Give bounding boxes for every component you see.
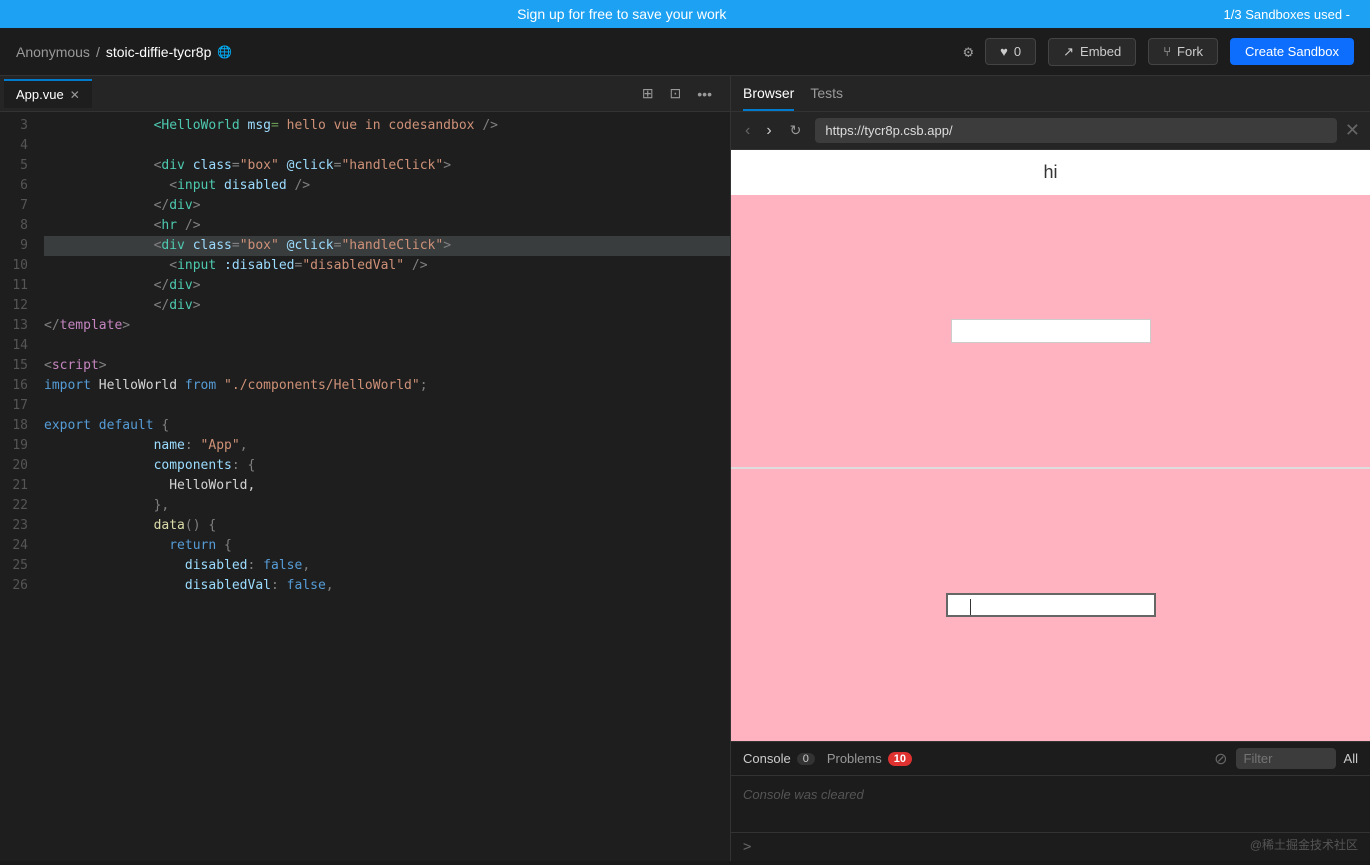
tab-bar: App.vue ✕ ⊞ ⊡ ••• <box>0 76 730 112</box>
console-content: Console was cleared <box>731 776 1370 832</box>
globe-icon: 🌐 <box>217 45 232 59</box>
create-label: Create Sandbox <box>1245 44 1339 59</box>
tab-browser[interactable]: Browser <box>743 77 794 111</box>
username: Anonymous <box>16 44 90 60</box>
back-button[interactable]: ‹ <box>741 120 754 142</box>
likes-count: 0 <box>1014 44 1021 59</box>
settings-icon[interactable]: ⚙ <box>964 42 974 61</box>
header: Anonymous / stoic-diffie-tycr8p 🌐 ⚙ ♥ 0 … <box>0 28 1370 76</box>
filter-area: ⊘ All <box>1214 748 1358 769</box>
create-sandbox-button[interactable]: Create Sandbox <box>1230 38 1354 65</box>
console-label: Console <box>743 751 791 766</box>
browser-toolbar: ‹ › ↻ ✕ <box>731 112 1370 150</box>
heart-icon: ♥ <box>1000 44 1008 59</box>
close-preview-button[interactable]: ✕ <box>1345 120 1360 141</box>
code-line <box>44 396 730 416</box>
all-filter-button[interactable]: All <box>1344 751 1358 766</box>
more-options-button[interactable]: ••• <box>691 81 718 106</box>
close-tab-icon[interactable]: ✕ <box>70 88 80 102</box>
editor-panel: App.vue ✕ ⊞ ⊡ ••• 3 4 5 6 7 8 9 10 <box>0 76 730 861</box>
top-banner: Sign up for free to save your work 1/3 S… <box>0 0 1370 28</box>
fork-button[interactable]: ⑂ Fork <box>1148 38 1218 65</box>
preview-hi-text: hi <box>731 150 1370 195</box>
preview-pink-section-bottom <box>731 469 1370 741</box>
code-line: disabledVal: false, <box>44 576 730 596</box>
console-cleared-text: Console was cleared <box>743 787 864 802</box>
console-prompt-icon: > <box>743 839 751 855</box>
code-line: </div> <box>44 296 730 316</box>
code-line: <HelloWorld msg= hello vue in codesandbo… <box>44 116 730 136</box>
problems-label: Problems <box>827 751 882 766</box>
embed-label: Embed <box>1080 44 1121 59</box>
forward-button[interactable]: › <box>762 120 775 142</box>
browser-tabs: Browser Tests <box>731 76 1370 112</box>
filter-clear-button[interactable]: ⊘ <box>1214 749 1227 769</box>
code-line: <script> <box>44 356 730 376</box>
code-line: import HelloWorld from "./components/Hel… <box>44 376 730 396</box>
editor-tab-app-vue[interactable]: App.vue ✕ <box>4 79 92 108</box>
toggle-sidebar-button[interactable]: ⊞ <box>636 81 660 106</box>
banner-text[interactable]: Sign up for free to save your work <box>20 6 1224 22</box>
tab-tests[interactable]: Tests <box>810 77 843 111</box>
embed-icon: ↗ <box>1063 44 1074 60</box>
preview-pink-section-top <box>731 195 1370 467</box>
console-tab[interactable]: Console 0 <box>743 751 815 766</box>
fork-label: Fork <box>1177 44 1203 59</box>
main-layout: App.vue ✕ ⊞ ⊡ ••• 3 4 5 6 7 8 9 10 <box>0 76 1370 861</box>
tab-actions: ⊞ ⊡ ••• <box>636 81 726 106</box>
right-panel: Browser Tests ‹ › ↻ ✕ hi <box>730 76 1370 861</box>
breadcrumb-separator: / <box>96 44 100 60</box>
code-lines: <HelloWorld msg= hello vue in codesandbo… <box>40 116 730 857</box>
problems-tab[interactable]: Problems 10 <box>827 751 912 766</box>
browser-preview: hi <box>731 150 1370 741</box>
banner-right: 1/3 Sandboxes used - <box>1224 7 1350 22</box>
refresh-button[interactable]: ↻ <box>784 120 808 141</box>
tab-label: App.vue <box>16 87 64 102</box>
project-name[interactable]: stoic-diffie-tycr8p <box>106 44 212 60</box>
console-toolbar: Console 0 Problems 10 ⊘ All <box>731 742 1370 776</box>
preview-input-active[interactable] <box>946 593 1156 617</box>
embed-button[interactable]: ↗ Embed <box>1048 38 1136 66</box>
console-count-badge: 0 <box>797 753 815 765</box>
fork-icon: ⑂ <box>1163 44 1171 59</box>
watermark: @稀土掘金技术社区 <box>1250 836 1358 853</box>
code-editor[interactable]: 3 4 5 6 7 8 9 10 11 12 13 14 15 16 17 18 <box>0 112 730 861</box>
toggle-preview-button[interactable]: ⊡ <box>664 81 688 106</box>
line-numbers: 3 4 5 6 7 8 9 10 11 12 13 14 15 16 17 18 <box>0 116 40 857</box>
code-line <box>44 336 730 356</box>
text-cursor <box>970 599 971 615</box>
likes-button[interactable]: ♥ 0 <box>985 38 1036 65</box>
editor-body: 3 4 5 6 7 8 9 10 11 12 13 14 15 16 17 18 <box>0 112 730 861</box>
breadcrumb: Anonymous / stoic-diffie-tycr8p 🌐 <box>16 44 232 60</box>
filter-input[interactable] <box>1236 748 1336 769</box>
preview-disabled-input[interactable] <box>951 319 1151 343</box>
problems-count-badge: 10 <box>888 752 912 766</box>
address-bar[interactable] <box>815 118 1337 143</box>
